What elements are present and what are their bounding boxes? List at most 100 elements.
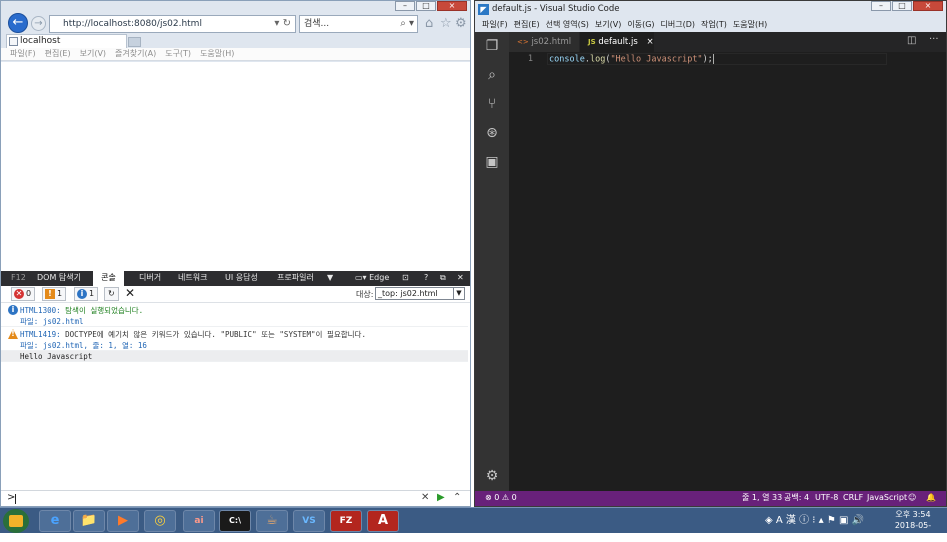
line-ending[interactable]: CRLF (843, 491, 863, 505)
menu-view[interactable]: 보기(V) (595, 18, 621, 32)
forward-button[interactable]: → (31, 16, 46, 31)
clear-input-icon[interactable]: ✕ (421, 492, 429, 503)
devtools-close-icon[interactable]: ✕ (455, 271, 466, 286)
minimize-button[interactable]: – (395, 1, 415, 11)
tab-network[interactable]: 네트워크 (176, 271, 209, 286)
split-editor-icon[interactable]: ◫ (907, 35, 916, 46)
target-select[interactable]: _top: js02.html ▼ (375, 287, 465, 300)
menu-go[interactable]: 이동(G) (627, 18, 654, 32)
menu-edit[interactable]: 편집(E) (514, 18, 540, 32)
emulation-icon[interactable]: ▭▾ Edge (353, 271, 391, 286)
clear-on-navigate-button[interactable]: ↻ (104, 287, 119, 301)
gear-icon[interactable]: ⚙ (455, 17, 467, 30)
menu-edit[interactable]: 편집(E) (45, 48, 71, 60)
cursor-position[interactable]: 줄 1, 열 33 (742, 491, 782, 505)
start-button[interactable] (3, 509, 29, 533)
vscode-window: ◤ default.js - Visual Studio Code – □ × … (474, 0, 947, 507)
menu-help[interactable]: 도움말(H) (733, 18, 767, 32)
console-input[interactable]: > ✕ ▶ ⌃ (1, 490, 470, 506)
source-control-icon[interactable]: ⑂ (483, 95, 501, 113)
vscode-taskbar-icon[interactable]: VS (293, 510, 325, 532)
info-filter-button[interactable]: i 1 (74, 287, 99, 301)
indentation[interactable]: 공백: 4 (784, 491, 809, 505)
tab-ui-responsiveness[interactable]: UI 응답성 (223, 271, 260, 286)
app-taskbar-icon[interactable]: ai (183, 510, 215, 532)
media-taskbar-icon[interactable]: ▶ (107, 510, 139, 532)
tab-default-js[interactable]: JS default.js × (580, 32, 654, 52)
ime-indicator[interactable]: A 漢 (776, 515, 796, 526)
menu-favorites[interactable]: 즐겨찾기(A) (115, 48, 156, 60)
maximize-button[interactable]: □ (416, 1, 436, 11)
problems-indicator[interactable]: ⊗ 0 ⚠ 0 (485, 491, 517, 505)
errors-filter-button[interactable]: ✕ 0 (11, 287, 36, 301)
console-log-line: Hello Javascript (1, 351, 468, 362)
close-button[interactable]: × (437, 1, 467, 11)
code-editor[interactable]: 1 console.log("Hello Javascript"); (509, 52, 946, 491)
explorer-icon[interactable]: ❐ (483, 37, 501, 55)
menu-help[interactable]: 도움말(H) (200, 48, 234, 60)
acrobat-taskbar-icon[interactable]: A (367, 510, 399, 532)
clock[interactable]: 오후 3:54 2018-05-17 (890, 509, 936, 542)
cmd-taskbar-icon[interactable]: C:\ (219, 510, 251, 532)
tab-dom-explorer[interactable]: DOM 탐색기 (35, 271, 83, 286)
message-source[interactable]: 파일: js02.html, 줄: 1, 열: 16 (20, 340, 147, 351)
message-text: 탐색이 실행되었습니다. (65, 306, 144, 315)
gear-icon[interactable]: ⚙ (483, 467, 501, 485)
more-actions-icon[interactable]: ··· (929, 34, 939, 45)
menu-file[interactable]: 파일(F) (10, 48, 36, 60)
maximize-button[interactable]: □ (892, 1, 912, 11)
feedback-icon[interactable]: ☺ (908, 491, 916, 505)
refresh-icon[interactable]: ▾ ↻ (274, 16, 291, 32)
search-icon[interactable]: ⌕ ▾ (400, 16, 414, 32)
tab-title: localhost (20, 36, 61, 46)
expand-icon[interactable]: ⌃ (453, 492, 461, 503)
language-mode[interactable]: JavaScript (867, 491, 907, 505)
menu-file[interactable]: 파일(F) (482, 18, 508, 32)
taskbar: e 📁 ▶ ◎ ai C:\ ☕ VS FZ A ◈ A 漢 ⓘ ⁝ ▴ ⚑ ▣… (0, 507, 947, 541)
menu-selection[interactable]: 선택 영역(S) (546, 18, 589, 32)
tab-profiler[interactable]: 프로파일러 (275, 271, 316, 286)
dock-icon[interactable]: ⧉ (438, 271, 448, 286)
search-input[interactable]: 검색... ⌕ ▾ (299, 15, 418, 33)
ie-tab-localhost[interactable]: localhost (6, 34, 127, 49)
tab-debugger[interactable]: 디버거 (137, 271, 163, 286)
message-source[interactable]: 파일: js02.html (20, 316, 83, 327)
minimize-button[interactable]: – (871, 1, 891, 11)
home-icon[interactable]: ⌂ (425, 17, 433, 30)
tab-close-icon[interactable]: × (646, 37, 653, 47)
ie-taskbar-icon[interactable]: e (39, 510, 71, 532)
address-bar[interactable]: http://localhost:8080/js02.html ▾ ↻ (49, 15, 296, 33)
menu-tools[interactable]: 도구(T) (165, 48, 191, 60)
chrome-taskbar-icon[interactable]: ◎ (144, 510, 176, 532)
new-tab-button[interactable] (128, 37, 141, 47)
undock-icon[interactable]: ⊡ (400, 271, 411, 286)
close-button[interactable]: × (913, 1, 943, 11)
tab-console[interactable]: 콘솔 (93, 271, 124, 286)
debug-icon[interactable]: ⊛ (483, 124, 501, 142)
menu-view[interactable]: 보기(V) (80, 48, 106, 60)
menu-tasks[interactable]: 작업(T) (701, 18, 727, 32)
extensions-icon[interactable]: ▣ (483, 153, 501, 171)
encoding[interactable]: UTF-8 (815, 491, 838, 505)
vscode-menubar: 파일(F) 편집(E) 선택 영역(S) 보기(V) 이동(G) 디버그(D) … (475, 18, 946, 32)
notifications-icon[interactable]: 🔔 (926, 491, 936, 505)
tab-js02-html[interactable]: <> js02.html (509, 32, 579, 52)
menu-debug[interactable]: 디버그(D) (661, 18, 695, 32)
warning-icon: ! (45, 289, 55, 299)
favorites-icon[interactable]: ☆ (440, 17, 452, 30)
search-icon[interactable]: ⌕ (483, 66, 501, 84)
back-button[interactable]: ← (8, 13, 28, 33)
language-bar-icon[interactable]: ◈ (765, 515, 773, 526)
java-taskbar-icon[interactable]: ☕ (256, 510, 288, 532)
ime-help-icon[interactable]: ⓘ ⁝ ▴ ⚑ ▣ 🔊 (799, 515, 864, 526)
warnings-filter-button[interactable]: ! 1 (42, 287, 67, 301)
warning-icon: ! (8, 329, 18, 339)
editor-tabs: <> js02.html JS default.js × ◫ ··· (509, 32, 946, 52)
clear-console-icon[interactable]: ✕ (125, 286, 135, 300)
help-icon[interactable]: ? (422, 271, 430, 286)
filezilla-taskbar-icon[interactable]: FZ (330, 510, 362, 532)
line-number: 1 (527, 54, 533, 64)
explorer-taskbar-icon[interactable]: 📁 (73, 510, 105, 532)
run-icon[interactable]: ▶ (437, 492, 445, 503)
more-tabs-icon[interactable]: ▼ (325, 271, 335, 286)
